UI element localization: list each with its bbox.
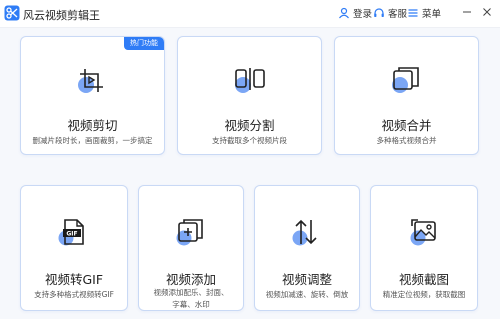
gif-convert-icon: GIF xyxy=(58,219,84,246)
app-logo-icon xyxy=(4,5,20,21)
feature-title: 视频添加 xyxy=(165,272,216,287)
feature-title: 视频转GIF xyxy=(44,272,104,287)
feature-desc: 精准定位视频，获取截图 xyxy=(382,290,466,299)
feature-title: 视频分割 xyxy=(224,118,275,133)
feature-title: 视频调整 xyxy=(281,272,332,287)
video-add-icon xyxy=(176,219,203,246)
menu-button[interactable]: 菜单 xyxy=(407,6,441,20)
login-label: 登录 xyxy=(353,9,373,20)
feature-desc: 视频加减速、旋转、倒放 xyxy=(265,290,349,299)
video-adjust-icon xyxy=(292,219,317,246)
video-screenshot-icon xyxy=(410,219,436,246)
minimize-button[interactable] xyxy=(459,4,475,20)
feature-card-video-split[interactable]: 视频分割 支持截取多个视频片段 xyxy=(177,36,322,155)
video-merge-icon xyxy=(392,67,419,93)
app-title: 风云视频剪辑王 xyxy=(23,9,100,22)
feature-title: 视频剪切 xyxy=(67,118,118,133)
feature-desc: 字幕、水印 xyxy=(172,300,210,309)
title-bar: 风云视频剪辑王 登录 客服 菜单 xyxy=(0,0,500,28)
close-button[interactable] xyxy=(479,4,495,20)
feature-desc: 删减片段时长，画面裁剪，一步搞定 xyxy=(32,136,153,145)
feature-title: 视频截图 xyxy=(398,272,449,287)
feature-card-video-add[interactable]: 视频添加 视频添加配乐、封面、 字幕、水印 xyxy=(138,185,244,311)
feature-card-gif-convert[interactable]: GIF 视频转GIF 支持多种格式视频转GIF xyxy=(20,185,128,311)
hot-feature-badge: 热门功能 xyxy=(124,37,164,50)
feature-desc: 多种格式视频合并 xyxy=(376,136,437,145)
video-split-icon xyxy=(235,68,265,93)
feature-card-video-cut[interactable]: 热门功能 视频剪切 删减片段时长，画面裁剪，一步搞定 xyxy=(20,36,165,155)
service-label: 客服 xyxy=(388,9,408,20)
service-button[interactable]: 客服 xyxy=(373,6,407,20)
minimize-icon xyxy=(463,11,471,13)
menu-label: 菜单 xyxy=(422,9,442,20)
menu-icon xyxy=(408,9,418,17)
feature-desc: 支持多种格式视频转GIF xyxy=(34,290,114,299)
video-cut-icon xyxy=(78,69,103,93)
user-icon xyxy=(339,7,349,19)
feature-desc: 视频添加配乐、封面、 xyxy=(153,288,229,297)
app-window: 风云视频剪辑王 登录 客服 菜单 热门功能 视频剪切 删减片段时长，画面裁剪，一… xyxy=(0,0,500,319)
login-button[interactable]: 登录 xyxy=(338,6,372,20)
headset-icon xyxy=(374,8,384,17)
close-icon xyxy=(483,8,491,16)
feature-title: 视频合并 xyxy=(381,118,432,133)
feature-card-video-merge[interactable]: 视频合并 多种格式视频合并 xyxy=(334,36,479,155)
svg-text:GIF: GIF xyxy=(66,231,77,238)
feature-desc: 支持截取多个视频片段 xyxy=(212,136,287,145)
feature-card-video-adjust[interactable]: 视频调整 视频加减速、旋转、倒放 xyxy=(254,185,360,311)
feature-card-video-screenshot[interactable]: 视频截图 精准定位视频，获取截图 xyxy=(370,185,478,311)
